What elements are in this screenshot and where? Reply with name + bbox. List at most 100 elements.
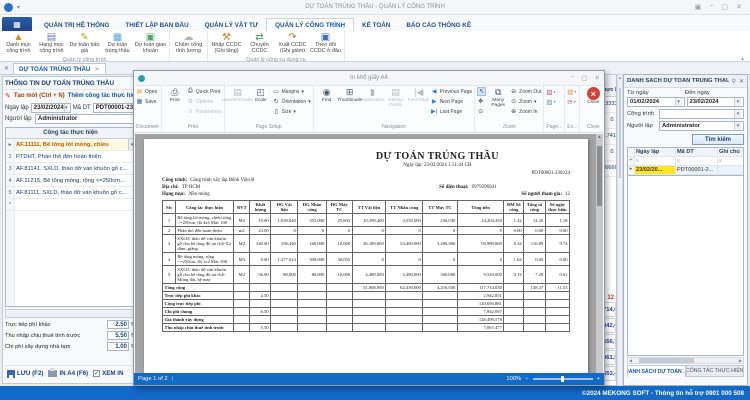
task-row[interactable]: 3 AF.81141, SXLD, tháo dỡ ván khuôn gỗ c…	[6, 163, 135, 175]
tab-ke-toan[interactable]: KẾ TOÁN	[354, 19, 398, 31]
parameters-button[interactable]: ≡Parameters	[187, 107, 222, 116]
minimize-button[interactable]: −	[709, 3, 713, 11]
tab-quan-ly-cong-trinh[interactable]: QUẢN LÝ CÔNG TRÌNH	[266, 18, 354, 31]
percent-field-input[interactable]: 2.50	[107, 320, 129, 329]
close-button[interactable]: ✕	[736, 3, 742, 11]
thumbnails-button[interactable]: ⊞Thumbnails	[339, 87, 361, 103]
ribbon-button[interactable]: ↷ Xuất CCDC (Ghi giảm)	[276, 32, 309, 55]
maximize-button[interactable]: ▢	[722, 3, 729, 11]
app-menu-button[interactable]: ▦	[2, 17, 32, 31]
theme-button[interactable]: ▣	[695, 3, 702, 11]
tab-bao-cao-thong-ke[interactable]: BÁO CÁO THỐNG KÊ	[398, 19, 479, 31]
add-task-link[interactable]: Thêm công tác thực hiện	[68, 93, 136, 99]
first-page-button[interactable]: |◀First Page	[408, 87, 430, 103]
zoom-slider[interactable]	[533, 378, 593, 380]
ribbon-button[interactable]: ✎ Dự toán báo giá	[68, 32, 101, 55]
create-new-link[interactable]: Tạo mới (Ctrl + N)	[14, 93, 65, 99]
tab-thiet-lap-ban-dau[interactable]: THIẾT LẬP BAN ĐẦU	[117, 19, 196, 31]
many-pages-button[interactable]: ⧉Many Pages	[487, 87, 509, 109]
pin-icon[interactable]: ⚲	[732, 78, 736, 85]
ribbon-button[interactable]: ▣ Dự toán giao khoán	[134, 32, 167, 55]
tab-quan-tri-he-thong[interactable]: QUẢN TRỊ HỆ THỐNG	[36, 19, 117, 31]
print-button[interactable]: ⎙Print	[164, 87, 186, 103]
options-button[interactable]: ⚙Options	[187, 97, 222, 106]
calendar-dropdown-icon[interactable]: ▾	[64, 104, 68, 112]
ma-dt-input[interactable]: PDT00001-230	[93, 103, 136, 113]
scroll-thumb[interactable]	[619, 88, 621, 178]
ribbon-button[interactable]: ☁ Chấm công tính lương	[172, 32, 205, 55]
panel-close-icon[interactable]: ✕	[739, 78, 744, 85]
save-button[interactable]: ▦Save	[136, 97, 157, 106]
zoom-slider-knob[interactable]	[561, 376, 564, 382]
close-preview-button[interactable]: × Close	[582, 87, 604, 105]
print-a4-button[interactable]: IN A4 (F6)	[48, 370, 88, 377]
hand-tool-button[interactable]: ✥	[477, 97, 486, 106]
quick-print-button[interactable]: ⎙Quick Print	[187, 87, 222, 96]
task-row[interactable]: 2 PTDHT, Phần thô đến hoàn thiện	[6, 151, 135, 163]
send-to-button[interactable]: ✉▾	[567, 97, 576, 106]
last-page-button[interactable]: ▶|Last Page	[431, 107, 473, 116]
bookmarks-button[interactable]: ▮Bookmarks	[362, 87, 384, 103]
search-button[interactable]: Tìm kiếm	[692, 134, 744, 145]
task-row[interactable]: 5 AF.81111, SXLD, tháo dỡ ván khuôn gỗ c…	[6, 187, 135, 199]
scroll-up-icon[interactable]: ▲	[618, 75, 622, 80]
watermark-button[interactable]: ▨▾	[546, 97, 555, 106]
dropdown-icon[interactable]: ▾	[734, 122, 741, 130]
filter-row[interactable]: + ≡ ≡ ≡	[628, 157, 743, 166]
ribbon-button[interactable]: ⚒ Nhập CCDC (Ghi tăng)	[210, 32, 243, 55]
cong-trinh-select[interactable]: ▾	[659, 109, 744, 119]
size-button[interactable]: ▯Size▾	[273, 107, 311, 116]
doc-tab-du-toan-trung-thau[interactable]: DỰ TOÁN TRÚNG THẦU ✕	[13, 63, 106, 74]
export-to-button[interactable]: ▤▾	[567, 87, 576, 96]
dialog-close-button[interactable]: ✕	[595, 74, 600, 82]
nguoi-lap-select[interactable]: Administrator ▾	[659, 121, 744, 131]
zoom-button[interactable]: ⊙Zoom▾	[510, 97, 541, 106]
dropdown-icon[interactable]: ▾	[734, 110, 741, 118]
editing-fields-button[interactable]: ▤Editing Fields	[385, 87, 407, 109]
previous-page-button[interactable]: ◀Previous Page	[431, 87, 473, 96]
ribbon-button[interactable]: ▤ Hạng mục công trình	[35, 32, 68, 55]
ribbon-button[interactable]: ▣ Theo dõi CCDC ở đâu	[309, 32, 342, 55]
doc-tab-close-icon[interactable]: ✕	[94, 66, 99, 73]
tu-ngay-input[interactable]: 01/02/2024 ▾	[627, 97, 685, 107]
tabstrip-close-icon[interactable]: ✕	[0, 65, 13, 74]
find-button[interactable]: ◉Find	[316, 87, 338, 103]
preview-vscrollbar[interactable]: ▲	[596, 134, 603, 373]
open-button[interactable]: ▤Open	[136, 87, 157, 96]
dialog-minimize-button[interactable]: −	[571, 74, 575, 82]
ribbon-button[interactable]: ▦ Dự toán trúng thầu	[101, 32, 134, 55]
den-ngay-input[interactable]: 23/02/2024 ▾	[687, 97, 745, 107]
margins-button[interactable]: ▭Margins▾	[273, 87, 311, 96]
calendar-dropdown-icon[interactable]: ▾	[675, 98, 682, 106]
zoom-out-icon[interactable]: −	[525, 376, 528, 382]
col-ma-dt[interactable]: Mã DT	[676, 148, 718, 156]
ribbon-button[interactable]: ▲ Danh mục công trình	[2, 32, 35, 55]
xem-in-checkbox[interactable]: ✓ XEM IN	[93, 370, 123, 377]
col-ghi-chu[interactable]: Ghi chú	[718, 148, 743, 156]
next-page-button[interactable]: ▶Next Page	[431, 97, 473, 106]
result-row[interactable]: ▸ 23/02/20... PDT00001-2...	[628, 166, 743, 175]
zoom-in-button[interactable]: ⊕Zoom In	[510, 107, 541, 116]
results-hscrollbar[interactable]: ◀ ▶	[627, 357, 744, 364]
dialog-maximize-button[interactable]: ▢	[581, 74, 587, 82]
zoom-in-icon[interactable]: +	[597, 376, 600, 382]
scale-button[interactable]: ◰Scale	[250, 87, 272, 103]
quick-access-caret-icon[interactable]: ▾	[17, 4, 20, 11]
nguoi-lap-input[interactable]: Administrator	[35, 114, 136, 124]
task-row-selected[interactable]: ▸ AF.11111, Bê tông lót móng, chiều ▾	[6, 139, 135, 151]
percent-field-input[interactable]: 5.50	[107, 331, 129, 340]
header-footer-button[interactable]: ▤Header/Footer	[227, 87, 249, 103]
bottom-tab-cong-tac[interactable]: CÔNG TÁC THỰC HIỆN	[686, 365, 745, 377]
pointer-tool-button[interactable]: ↖	[477, 87, 486, 96]
tab-quan-ly-vat-tu[interactable]: QUẢN LÝ VẬT TƯ	[197, 19, 267, 31]
percent-field-input[interactable]: 1.00	[107, 342, 129, 351]
ribbon-button[interactable]: ⇄ Chuyển CCDC	[243, 32, 276, 55]
zoom-out-button[interactable]: ⊖Zoom Out	[510, 87, 541, 96]
task-row-new[interactable]: *	[6, 199, 135, 211]
orientation-button[interactable]: ↻Orientation▾	[273, 97, 311, 106]
calendar-dropdown-icon[interactable]: ▾	[734, 98, 741, 106]
ngay-lap-input[interactable]: 23/02/2024 ▾	[31, 103, 71, 113]
task-row[interactable]: 4 AF.11215, Bê tông móng, rộng <=250cm..…	[6, 175, 135, 187]
task-grid-header[interactable]: Công tác thực hiện	[6, 128, 135, 139]
page-color-button[interactable]: ▧▾	[546, 87, 555, 96]
